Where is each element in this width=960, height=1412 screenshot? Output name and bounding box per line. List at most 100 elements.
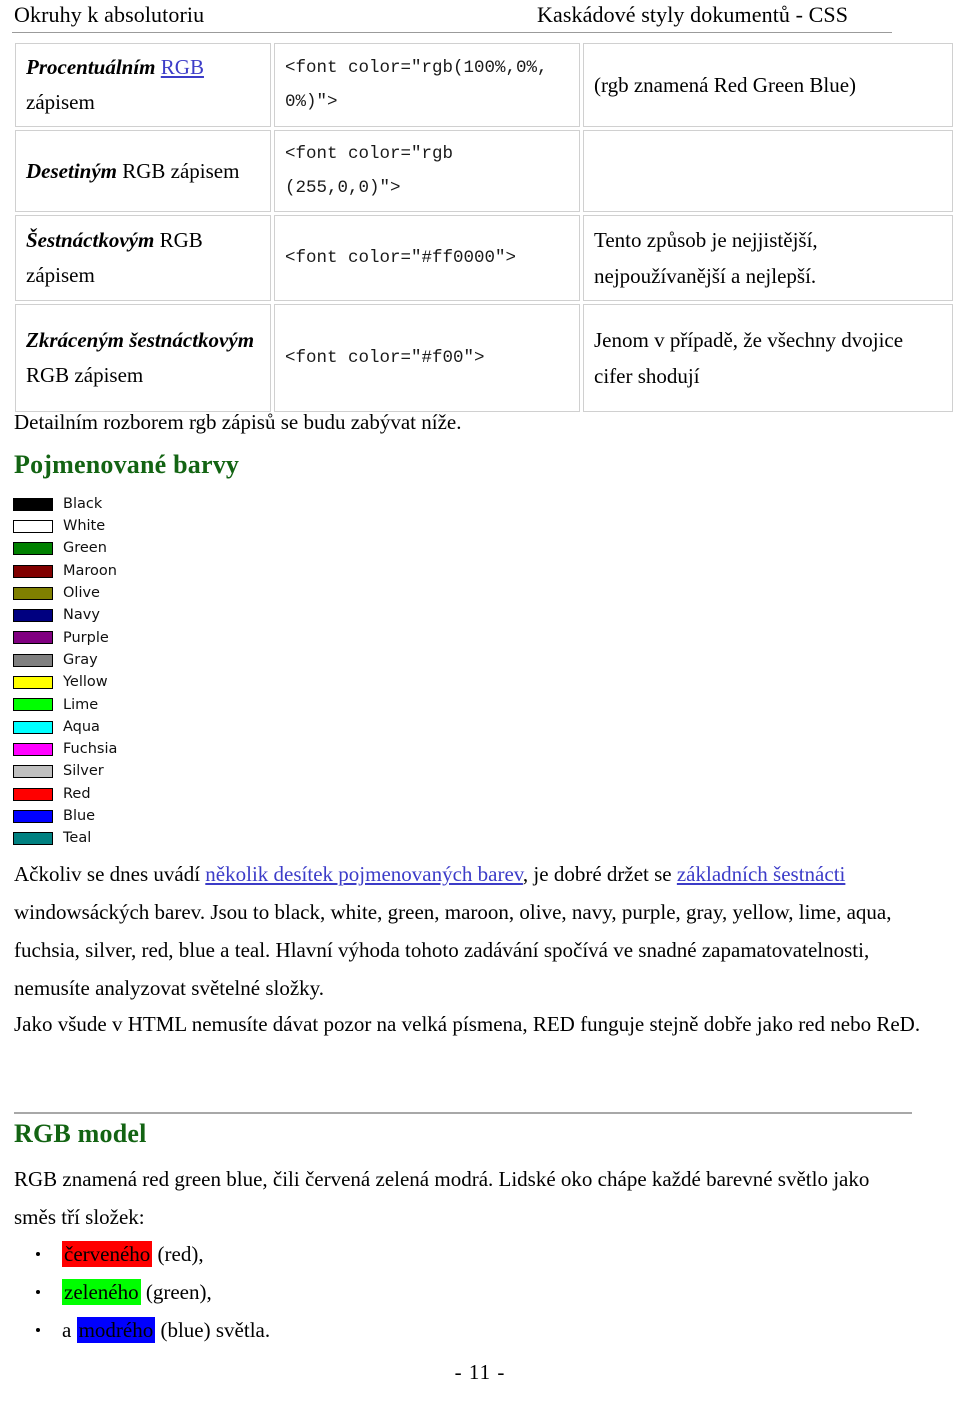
- paragraph-named-colors: Ačkoliv se dnes uvádí několik desítek po…: [14, 855, 914, 1007]
- list-item: Aqua: [13, 716, 273, 738]
- color-swatch-label: Yellow: [63, 674, 108, 691]
- color-swatch-label: Blue: [63, 808, 96, 825]
- link-nekolik-desitek[interactable]: několik desítek pojmenovaných barev: [205, 862, 523, 886]
- list-item: Blue: [13, 805, 273, 827]
- color-swatch-label: Green: [63, 540, 107, 557]
- cell-note: Jenom v případě, že všechny dvojice cife…: [583, 304, 953, 412]
- label-rest: RGB zápisem: [26, 363, 144, 387]
- paragraph-rgb-model: RGB znamená red green blue, čili červená…: [14, 1167, 870, 1229]
- color-swatch-icon: [13, 653, 53, 667]
- table-row: Šestnáctkovým RGB zápisem <font color="#…: [15, 215, 953, 301]
- highlight-red: červeného: [62, 1241, 153, 1267]
- list-item: Green: [13, 538, 273, 560]
- color-swatch-label: Aqua: [63, 718, 100, 735]
- color-swatch-icon: [13, 742, 53, 756]
- cell-code-sample: <font color="rgb (255,0,0)">: [274, 130, 580, 212]
- list-item: červeného (red),: [14, 1235, 514, 1273]
- color-swatch-icon: [13, 765, 53, 779]
- table-row: Zkráceným šestnáctkovým RGB zápisem <fon…: [15, 304, 953, 412]
- color-swatch-label: Gray: [63, 651, 98, 668]
- rgb-notation-table: Procentuálním RGB zápisem <font color="r…: [12, 40, 956, 415]
- cell-notation-label: Zkráceným šestnáctkovým RGB zápisem: [15, 304, 271, 412]
- paragraph-case-insensitive: Jako všude v HTML nemusíte dávat pozor n…: [14, 1012, 921, 1036]
- list-item: White: [13, 515, 273, 537]
- header-divider-rule: [12, 32, 892, 33]
- page-number: - 11 -: [454, 1360, 506, 1384]
- bullet-suffix: (green),: [140, 1280, 212, 1304]
- color-swatch-label: Maroon: [63, 562, 117, 579]
- color-swatch-icon: [13, 519, 53, 533]
- label-rest: RGB zápisem: [122, 158, 240, 183]
- list-item: Teal: [13, 827, 273, 849]
- label-emphasis: Desetiným: [26, 158, 117, 183]
- color-swatch-icon: [13, 720, 53, 734]
- color-swatch-icon: [13, 676, 53, 690]
- color-swatch-icon: [13, 564, 53, 578]
- color-swatch-label: Fuchsia: [63, 741, 118, 758]
- table-row: Procentuálním RGB zápisem <font color="r…: [15, 43, 953, 127]
- page-header: Okruhy k absolutoriu Kaskádové styly dok…: [0, 0, 960, 36]
- color-swatch-icon: [13, 809, 53, 823]
- cell-code-sample: <font color="rgb(100%,0%, 0%)">: [274, 43, 580, 127]
- heading-named-colors: Pojmenované barvy: [14, 450, 240, 479]
- highlight-blue: modrého: [76, 1317, 156, 1343]
- color-swatch-label: Olive: [63, 585, 100, 602]
- highlight-green: zeleného: [62, 1279, 141, 1305]
- heading-rgb-model: RGB model: [14, 1119, 147, 1148]
- text-fragment: Ačkoliv se dnes uvádí: [14, 862, 206, 886]
- list-item: Purple: [13, 627, 273, 649]
- color-swatch-icon: [13, 609, 53, 623]
- table-row: Desetiným RGB zápisem <font color="rgb (…: [15, 130, 953, 212]
- list-item: Olive: [13, 582, 273, 604]
- list-item: Gray: [13, 649, 273, 671]
- color-swatch-icon: [13, 832, 53, 846]
- rgb-component-list: červeného (red), zeleného (green), a mod…: [14, 1235, 514, 1349]
- list-item: a modrého (blue) světla.: [14, 1311, 514, 1349]
- cell-note: Tento způsob je nejjistější, nejpoužívan…: [583, 215, 953, 301]
- color-swatch-label: Red: [63, 785, 91, 802]
- color-swatch-icon: [13, 586, 53, 600]
- list-item: Maroon: [13, 560, 273, 582]
- cell-note: (rgb znamená Red Green Blue): [583, 43, 953, 127]
- label-emphasis: Šestnáctkovým: [26, 228, 155, 252]
- label-link-rgb[interactable]: RGB: [161, 55, 204, 79]
- color-swatch-label: Lime: [63, 696, 99, 713]
- header-left-title: Okruhy k absolutoriu: [14, 2, 205, 27]
- list-item: Yellow: [13, 671, 273, 693]
- page-header-inner: Okruhy k absolutoriu Kaskádové styly dok…: [0, 0, 960, 30]
- cell-notation-label: Desetiným RGB zápisem: [15, 130, 271, 212]
- color-swatch-icon: [13, 787, 53, 801]
- color-swatch-label: Navy: [63, 607, 100, 624]
- list-item: Red: [13, 783, 273, 805]
- color-swatch-label: Black: [63, 495, 103, 512]
- list-item: zeleného (green),: [14, 1273, 514, 1311]
- color-swatch-label: Silver: [63, 763, 104, 780]
- text-fragment: , je dobré držet se: [522, 862, 677, 886]
- cell-code-sample: <font color="#ff0000">: [274, 215, 580, 301]
- color-swatch-icon: [13, 542, 53, 556]
- detail-paragraph: Detailním rozborem rgb zápisů se budu za…: [14, 410, 462, 434]
- list-item: Fuchsia: [13, 738, 273, 760]
- list-item: Black: [13, 493, 273, 515]
- link-zakladnich-sestnacti[interactable]: základních šestnácti: [677, 862, 846, 886]
- list-item: Silver: [13, 761, 273, 783]
- color-swatch-icon: [13, 631, 53, 645]
- color-swatch-label: Purple: [63, 629, 109, 646]
- bullet-suffix: (red),: [152, 1242, 204, 1266]
- cell-notation-label: Šestnáctkovým RGB zápisem: [15, 215, 271, 301]
- bullet-prefix: a: [62, 1318, 77, 1342]
- color-swatch-list: Black White Green Maroon Olive Navy Purp…: [13, 493, 273, 850]
- color-swatch-label: Teal: [63, 830, 92, 847]
- list-item: Lime: [13, 694, 273, 716]
- color-swatch-icon: [13, 497, 53, 511]
- list-item: Navy: [13, 604, 273, 626]
- section-divider-rule: [14, 1112, 912, 1114]
- color-swatch-icon: [13, 698, 53, 712]
- bullet-suffix: (blue) světla.: [155, 1318, 271, 1342]
- text-fragment: windowsáckých barev. Jsou to black, whit…: [14, 900, 892, 1000]
- rgb-notation-table-body: Procentuálním RGB zápisem <font color="r…: [15, 43, 953, 412]
- cell-notation-label: Procentuálním RGB zápisem: [15, 43, 271, 127]
- cell-code-sample: <font color="#f00">: [274, 304, 580, 412]
- header-right-title: Kaskádové styly dokumentů - CSS: [537, 2, 849, 27]
- color-swatch-label: White: [63, 518, 106, 535]
